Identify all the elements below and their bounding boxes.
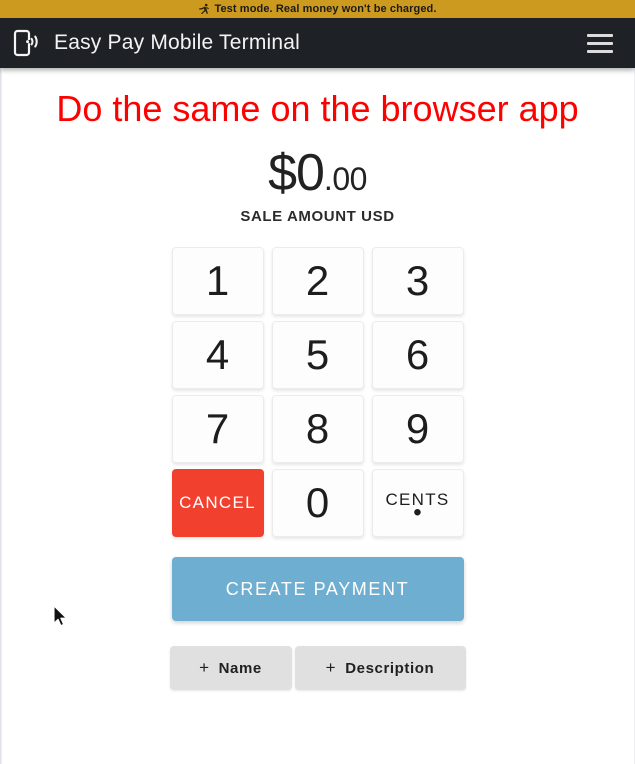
test-mode-banner-text: Test mode. Real money won't be charged.: [214, 3, 437, 15]
key-label: 9: [405, 405, 430, 452]
key-9[interactable]: 9: [371, 395, 464, 463]
add-description-label: Description: [345, 659, 435, 677]
key-0[interactable]: 0: [271, 469, 364, 537]
key-3[interactable]: 3: [371, 247, 464, 315]
contactless-mobile-payment-icon: [10, 26, 44, 60]
key-7[interactable]: 7: [171, 395, 264, 463]
key-label: 5: [305, 331, 330, 378]
key-1[interactable]: 1: [171, 247, 264, 315]
page-root: Test mode. Real money won't be charged. …: [0, 0, 635, 764]
key-cancel[interactable]: CANCEL: [171, 469, 264, 537]
key-4[interactable]: 4: [171, 321, 264, 389]
app-bar: Easy Pay Mobile Terminal: [0, 18, 635, 68]
meta-buttons-row: + Name + Description: [169, 646, 466, 690]
plus-icon: +: [199, 658, 210, 677]
test-mode-banner: Test mode. Real money won't be charged.: [0, 0, 635, 18]
add-name-label: Name: [218, 659, 262, 677]
key-label: 2: [305, 257, 330, 304]
key-2[interactable]: 2: [271, 247, 364, 315]
hamburger-menu-icon[interactable]: [587, 30, 617, 56]
menu-bar-2: [587, 41, 613, 45]
key-label: 0: [305, 479, 330, 526]
key-cents[interactable]: CENTS •: [371, 469, 464, 537]
key-label: 7: [205, 405, 230, 452]
menu-bar-1: [587, 33, 613, 37]
amount-value: $0.00: [0, 147, 635, 199]
add-description-button[interactable]: + Description: [294, 646, 466, 690]
add-name-button[interactable]: + Name: [169, 646, 292, 690]
key-8[interactable]: 8: [271, 395, 364, 463]
mouse-arrow-cursor: [53, 605, 69, 634]
key-label: 4: [205, 331, 230, 378]
amount-major: $0: [268, 144, 325, 202]
key-label: 3: [405, 257, 430, 304]
key-label: 6: [405, 331, 430, 378]
create-payment-label: CREATE PAYMENT: [225, 578, 410, 599]
decimal-point-glyph: •: [413, 498, 422, 526]
key-label: 8: [305, 405, 330, 452]
key-6[interactable]: 6: [371, 321, 464, 389]
key-label: CANCEL: [179, 493, 256, 512]
plus-icon: +: [325, 658, 337, 677]
amount-display: $0.00 SALE AMOUNT USD: [0, 147, 635, 225]
page-left-edge: [0, 68, 2, 764]
amount-label: SALE AMOUNT USD: [240, 208, 395, 225]
menu-bar-3: [587, 49, 613, 53]
app-title: Easy Pay Mobile Terminal: [54, 31, 301, 54]
construction-worker-icon: [198, 3, 210, 15]
create-payment-button[interactable]: CREATE PAYMENT: [171, 557, 464, 621]
amount-minor: .00: [323, 161, 367, 197]
key-5[interactable]: 5: [271, 321, 364, 389]
numeric-keypad: 1 2 3 4 5 6 7 8 9 CANCEL 0 CENTS •: [171, 247, 464, 537]
key-label: 1: [205, 257, 230, 304]
annotation-text: Do the same on the browser app: [56, 88, 579, 129]
